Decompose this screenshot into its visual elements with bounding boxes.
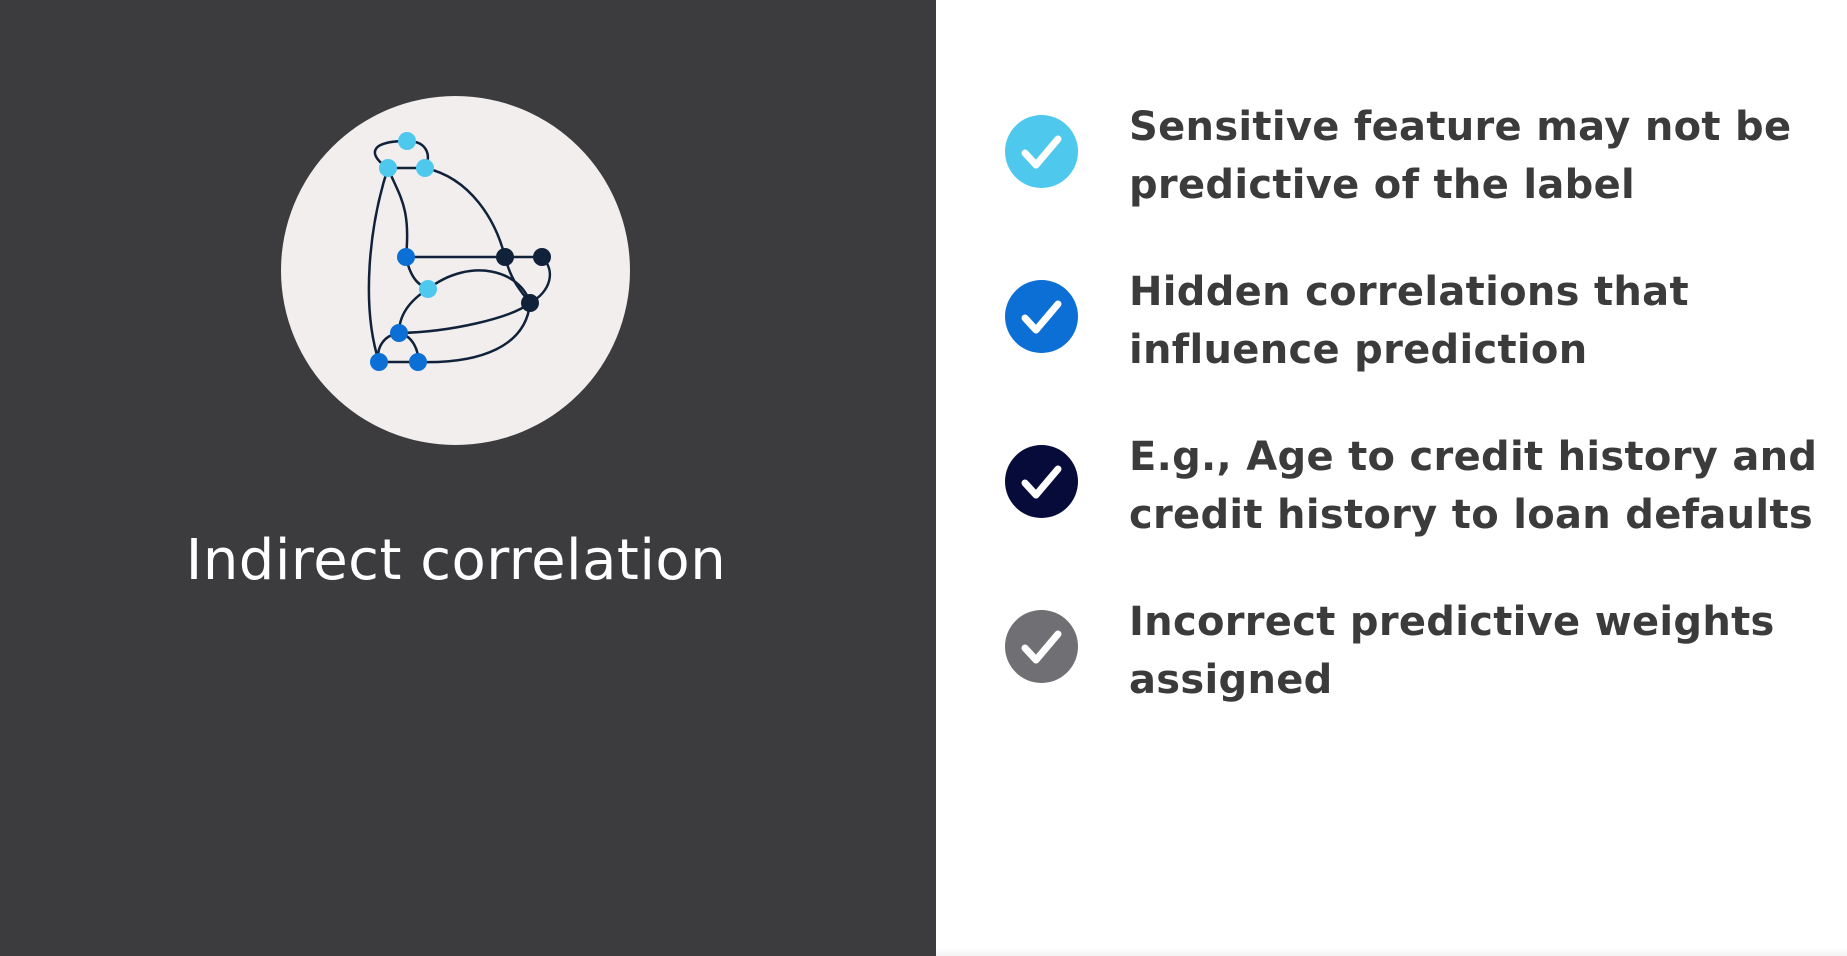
network-graph-icon [367, 132, 552, 371]
bullet-text: Incorrect predictive weights assigned [1129, 599, 1775, 703]
check-circle-icon [1005, 280, 1078, 353]
bottom-edge [936, 948, 1847, 956]
left-panel: Indirect correlation [0, 0, 936, 956]
network-graph-illustration [281, 96, 630, 445]
check-circle-icon [1005, 115, 1078, 188]
section-title: Indirect correlation [185, 528, 727, 593]
slide: Indirect correlation Sensitive feature m… [0, 0, 1847, 956]
bullet-text: Sensitive feature may not be predictive … [1129, 104, 1792, 208]
check-circle-icon [1005, 610, 1078, 683]
check-circle-icon [1005, 445, 1078, 518]
bullet-text: E.g., Age to credit history and credit h… [1129, 434, 1818, 538]
bullet-text: Hidden correlations that influence predi… [1129, 269, 1689, 373]
